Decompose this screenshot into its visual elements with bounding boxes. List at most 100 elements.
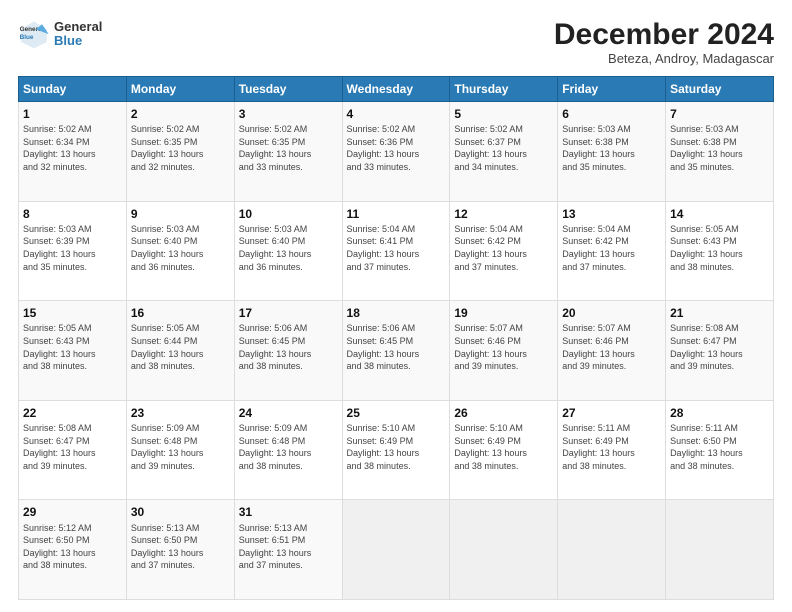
day-info: Sunrise: 5:13 AMSunset: 6:51 PMDaylight:… <box>239 522 338 572</box>
day-number: 13 <box>562 206 661 222</box>
day-cell: 6Sunrise: 5:03 AMSunset: 6:38 PMDaylight… <box>558 102 666 202</box>
day-number: 26 <box>454 405 553 421</box>
day-cell: 8Sunrise: 5:03 AMSunset: 6:39 PMDaylight… <box>19 201 127 301</box>
day-number: 8 <box>23 206 122 222</box>
day-cell: 22Sunrise: 5:08 AMSunset: 6:47 PMDayligh… <box>19 400 127 500</box>
week-row-3: 15Sunrise: 5:05 AMSunset: 6:43 PMDayligh… <box>19 301 774 401</box>
day-number: 2 <box>131 106 230 122</box>
day-cell: 17Sunrise: 5:06 AMSunset: 6:45 PMDayligh… <box>234 301 342 401</box>
day-info: Sunrise: 5:05 AMSunset: 6:44 PMDaylight:… <box>131 322 230 372</box>
day-cell <box>558 500 666 600</box>
day-cell: 7Sunrise: 5:03 AMSunset: 6:38 PMDaylight… <box>666 102 774 202</box>
day-number: 14 <box>670 206 769 222</box>
day-number: 31 <box>239 504 338 520</box>
day-number: 5 <box>454 106 553 122</box>
logo-text: General Blue <box>54 20 102 49</box>
day-cell: 27Sunrise: 5:11 AMSunset: 6:49 PMDayligh… <box>558 400 666 500</box>
day-number: 15 <box>23 305 122 321</box>
day-info: Sunrise: 5:11 AMSunset: 6:49 PMDaylight:… <box>562 422 661 472</box>
svg-text:Blue: Blue <box>20 34 34 41</box>
day-cell: 19Sunrise: 5:07 AMSunset: 6:46 PMDayligh… <box>450 301 558 401</box>
location: Beteza, Androy, Madagascar <box>554 51 774 66</box>
day-cell: 4Sunrise: 5:02 AMSunset: 6:36 PMDaylight… <box>342 102 450 202</box>
header-day-sunday: Sunday <box>19 77 127 102</box>
day-cell: 31 Sunrise: 5:13 AMSunset: 6:51 PMDayligh… <box>234 500 342 600</box>
day-info: Sunrise: 5:10 AMSunset: 6:49 PMDaylight:… <box>454 422 553 472</box>
day-info: Sunrise: 5:06 AMSunset: 6:45 PMDaylight:… <box>347 322 446 372</box>
day-cell: 3Sunrise: 5:02 AMSunset: 6:35 PMDaylight… <box>234 102 342 202</box>
header-day-saturday: Saturday <box>666 77 774 102</box>
day-cell: 29 Sunrise: 5:12 AMSunset: 6:50 PMDayligh… <box>19 500 127 600</box>
header: General Blue General Blue December 2024 … <box>18 18 774 66</box>
day-number: 16 <box>131 305 230 321</box>
day-number: 1 <box>23 106 122 122</box>
day-number: 17 <box>239 305 338 321</box>
header-row: SundayMondayTuesdayWednesdayThursdayFrid… <box>19 77 774 102</box>
day-cell <box>666 500 774 600</box>
header-day-monday: Monday <box>126 77 234 102</box>
day-number: 18 <box>347 305 446 321</box>
day-info: Sunrise: 5:05 AMSunset: 6:43 PMDaylight:… <box>23 322 122 372</box>
day-number: 24 <box>239 405 338 421</box>
day-number: 29 <box>23 504 122 520</box>
calendar: SundayMondayTuesdayWednesdayThursdayFrid… <box>18 76 774 600</box>
header-day-wednesday: Wednesday <box>342 77 450 102</box>
day-cell: 25Sunrise: 5:10 AMSunset: 6:49 PMDayligh… <box>342 400 450 500</box>
day-number: 28 <box>670 405 769 421</box>
day-number: 11 <box>347 206 446 222</box>
calendar-header: SundayMondayTuesdayWednesdayThursdayFrid… <box>19 77 774 102</box>
week-row-5: 29 Sunrise: 5:12 AMSunset: 6:50 PMDayligh… <box>19 500 774 600</box>
week-row-1: 1Sunrise: 5:02 AMSunset: 6:34 PMDaylight… <box>19 102 774 202</box>
day-cell: 10Sunrise: 5:03 AMSunset: 6:40 PMDayligh… <box>234 201 342 301</box>
day-cell: 26Sunrise: 5:10 AMSunset: 6:49 PMDayligh… <box>450 400 558 500</box>
day-number: 4 <box>347 106 446 122</box>
day-info: Sunrise: 5:07 AMSunset: 6:46 PMDaylight:… <box>562 322 661 372</box>
day-info: Sunrise: 5:02 AMSunset: 6:35 PMDaylight:… <box>131 123 230 173</box>
day-cell: 12Sunrise: 5:04 AMSunset: 6:42 PMDayligh… <box>450 201 558 301</box>
header-day-friday: Friday <box>558 77 666 102</box>
day-number: 7 <box>670 106 769 122</box>
day-info: Sunrise: 5:04 AMSunset: 6:42 PMDaylight:… <box>562 223 661 273</box>
day-number: 12 <box>454 206 553 222</box>
week-row-4: 22Sunrise: 5:08 AMSunset: 6:47 PMDayligh… <box>19 400 774 500</box>
day-number: 10 <box>239 206 338 222</box>
day-number: 19 <box>454 305 553 321</box>
day-info: Sunrise: 5:04 AMSunset: 6:42 PMDaylight:… <box>454 223 553 273</box>
day-number: 9 <box>131 206 230 222</box>
day-cell: 11Sunrise: 5:04 AMSunset: 6:41 PMDayligh… <box>342 201 450 301</box>
day-cell: 5Sunrise: 5:02 AMSunset: 6:37 PMDaylight… <box>450 102 558 202</box>
day-cell: 21Sunrise: 5:08 AMSunset: 6:47 PMDayligh… <box>666 301 774 401</box>
day-info: Sunrise: 5:13 AMSunset: 6:50 PMDaylight:… <box>131 522 230 572</box>
day-cell: 2Sunrise: 5:02 AMSunset: 6:35 PMDaylight… <box>126 102 234 202</box>
logo-general: General <box>54 20 102 34</box>
day-info: Sunrise: 5:09 AMSunset: 6:48 PMDaylight:… <box>131 422 230 472</box>
day-number: 6 <box>562 106 661 122</box>
day-info: Sunrise: 5:04 AMSunset: 6:41 PMDaylight:… <box>347 223 446 273</box>
day-cell: 30Sunrise: 5:13 AMSunset: 6:50 PMDayligh… <box>126 500 234 600</box>
day-number: 3 <box>239 106 338 122</box>
day-cell: 9Sunrise: 5:03 AMSunset: 6:40 PMDaylight… <box>126 201 234 301</box>
day-info: Sunrise: 5:02 AMSunset: 6:37 PMDaylight:… <box>454 123 553 173</box>
logo: General Blue General Blue <box>18 18 102 50</box>
day-cell: 23Sunrise: 5:09 AMSunset: 6:48 PMDayligh… <box>126 400 234 500</box>
day-cell: 16Sunrise: 5:05 AMSunset: 6:44 PMDayligh… <box>126 301 234 401</box>
day-info: Sunrise: 5:08 AMSunset: 6:47 PMDaylight:… <box>670 322 769 372</box>
header-day-thursday: Thursday <box>450 77 558 102</box>
title-block: December 2024 Beteza, Androy, Madagascar <box>554 18 774 66</box>
day-number: 27 <box>562 405 661 421</box>
day-info: Sunrise: 5:03 AMSunset: 6:38 PMDaylight:… <box>562 123 661 173</box>
day-info: Sunrise: 5:02 AMSunset: 6:35 PMDaylight:… <box>239 123 338 173</box>
day-cell: 13Sunrise: 5:04 AMSunset: 6:42 PMDayligh… <box>558 201 666 301</box>
day-info: Sunrise: 5:03 AMSunset: 6:40 PMDaylight:… <box>131 223 230 273</box>
day-info: Sunrise: 5:08 AMSunset: 6:47 PMDaylight:… <box>23 422 122 472</box>
page: General Blue General Blue December 2024 … <box>0 0 792 612</box>
week-row-2: 8Sunrise: 5:03 AMSunset: 6:39 PMDaylight… <box>19 201 774 301</box>
day-info: Sunrise: 5:12 AMSunset: 6:50 PMDaylight:… <box>23 522 122 572</box>
day-info: Sunrise: 5:09 AMSunset: 6:48 PMDaylight:… <box>239 422 338 472</box>
day-info: Sunrise: 5:07 AMSunset: 6:46 PMDaylight:… <box>454 322 553 372</box>
day-info: Sunrise: 5:03 AMSunset: 6:39 PMDaylight:… <box>23 223 122 273</box>
day-cell <box>342 500 450 600</box>
day-number: 23 <box>131 405 230 421</box>
day-info: Sunrise: 5:02 AMSunset: 6:36 PMDaylight:… <box>347 123 446 173</box>
day-info: Sunrise: 5:05 AMSunset: 6:43 PMDaylight:… <box>670 223 769 273</box>
